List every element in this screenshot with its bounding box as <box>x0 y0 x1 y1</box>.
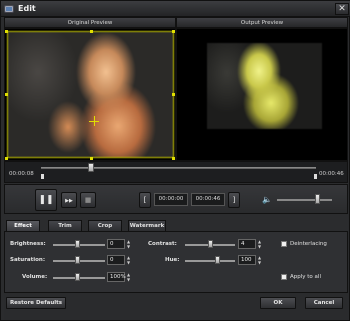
timeline-start-time: 00:00:08 <box>9 171 34 177</box>
crop-handle-bottom[interactable] <box>90 157 93 160</box>
saturation-slider[interactable] <box>75 256 80 264</box>
effect-panel: Brightness: 0 ▲ ▼ Saturation: 0 ▲ ▼ Volume… <box>4 231 348 293</box>
contrast-label: Contrast: <box>148 241 177 247</box>
crop-handle-bottom-left[interactable] <box>5 157 8 160</box>
saturation-input[interactable]: 0 <box>107 255 125 265</box>
apply-to-all-label: Apply to all <box>290 274 321 280</box>
apply-to-all-checkbox[interactable] <box>281 274 287 280</box>
footer: Restore Defaults OK Cancel <box>4 293 348 320</box>
brightness-label: Brightness: <box>10 241 46 247</box>
brightness-spinner[interactable]: ▲ ▼ <box>126 239 131 249</box>
original-preview <box>4 28 176 161</box>
volume-track[interactable] <box>277 199 332 201</box>
ok-button[interactable]: OK <box>260 297 296 309</box>
cancel-button[interactable]: Cancel <box>305 297 343 309</box>
crop-handle-bottom-right[interactable] <box>172 157 175 160</box>
close-button[interactable]: ✕ <box>335 3 349 15</box>
volume-spinner[interactable]: ▲ ▼ <box>126 272 131 282</box>
output-preview <box>176 28 348 161</box>
deinterlacing-label: Deinterlacing <box>290 241 327 247</box>
title-bar: Edit ✕ <box>1 1 350 17</box>
restore-defaults-button[interactable]: Restore Defaults <box>6 297 66 309</box>
forward-button[interactable]: ▶▶ <box>61 192 77 208</box>
volume-icon: 🔈 <box>262 195 272 204</box>
volume-input[interactable]: 100% <box>107 272 126 282</box>
app-icon <box>4 5 14 13</box>
edit-window: Edit ✕ Original Preview Output Preview 0… <box>0 0 350 321</box>
volume-slider-thumb[interactable] <box>314 194 320 204</box>
hue-spinner[interactable]: ▲ ▼ <box>257 255 262 265</box>
contrast-input[interactable]: 4 <box>238 239 256 249</box>
set-end-icon: ] <box>232 196 236 204</box>
hue-label: Hue: <box>165 257 180 263</box>
timeline-track[interactable] <box>41 167 316 169</box>
end-time-field[interactable]: 00:00:46 <box>191 193 225 206</box>
timeline-scrubber[interactable] <box>87 163 94 172</box>
contrast-spinner[interactable]: ▲ ▼ <box>257 239 262 249</box>
deinterlacing-checkbox[interactable] <box>281 241 287 247</box>
preview-area: Original Preview Output Preview <box>4 17 348 161</box>
crop-handle-right[interactable] <box>172 93 175 96</box>
contrast-slider[interactable] <box>208 240 213 248</box>
crop-handle-top[interactable] <box>90 30 93 33</box>
timeline-end-time: 00:00:46 <box>319 171 344 177</box>
original-video-frame[interactable] <box>7 31 174 158</box>
output-video-frame <box>207 43 322 129</box>
timeline: 00:00:08 00:00:46 <box>4 161 348 183</box>
close-icon: ✕ <box>338 4 346 14</box>
volume-label: Volume: <box>22 274 48 280</box>
brightness-input[interactable]: 0 <box>107 239 125 249</box>
crop-handle-top-left[interactable] <box>5 30 8 33</box>
set-start-icon: [ <box>143 196 147 204</box>
crop-handle-top-right[interactable] <box>172 30 175 33</box>
hue-input[interactable]: 100 <box>238 255 256 265</box>
set-end-button[interactable]: ] <box>228 192 240 208</box>
playback-controls: ❚❚ ▶▶ ■ [ 00:00:00 00:00:46 ] 🔈 <box>4 184 348 214</box>
original-preview-header: Original Preview <box>4 17 176 28</box>
stop-icon: ■ <box>84 196 92 204</box>
saturation-label: Saturation: <box>10 257 46 263</box>
crosshair-vertical <box>94 116 95 126</box>
window-title: Edit <box>18 4 36 13</box>
forward-icon: ▶▶ <box>65 198 73 204</box>
hue-slider[interactable] <box>215 256 220 264</box>
trim-start-marker[interactable] <box>41 174 44 179</box>
play-pause-button[interactable]: ❚❚ <box>35 189 57 211</box>
volume-level-slider[interactable] <box>75 273 80 281</box>
set-start-button[interactable]: [ <box>139 192 151 208</box>
output-preview-header: Output Preview <box>176 17 348 28</box>
hue-track[interactable] <box>185 260 235 262</box>
play-pause-icon: ❚❚ <box>38 195 54 205</box>
trim-end-marker[interactable] <box>314 174 317 179</box>
start-time-field[interactable]: 00:00:00 <box>154 193 188 206</box>
stop-button[interactable]: ■ <box>80 192 96 208</box>
brightness-slider[interactable] <box>75 240 80 248</box>
saturation-spinner[interactable]: ▲ ▼ <box>126 255 131 265</box>
crop-handle-left[interactable] <box>5 93 8 96</box>
